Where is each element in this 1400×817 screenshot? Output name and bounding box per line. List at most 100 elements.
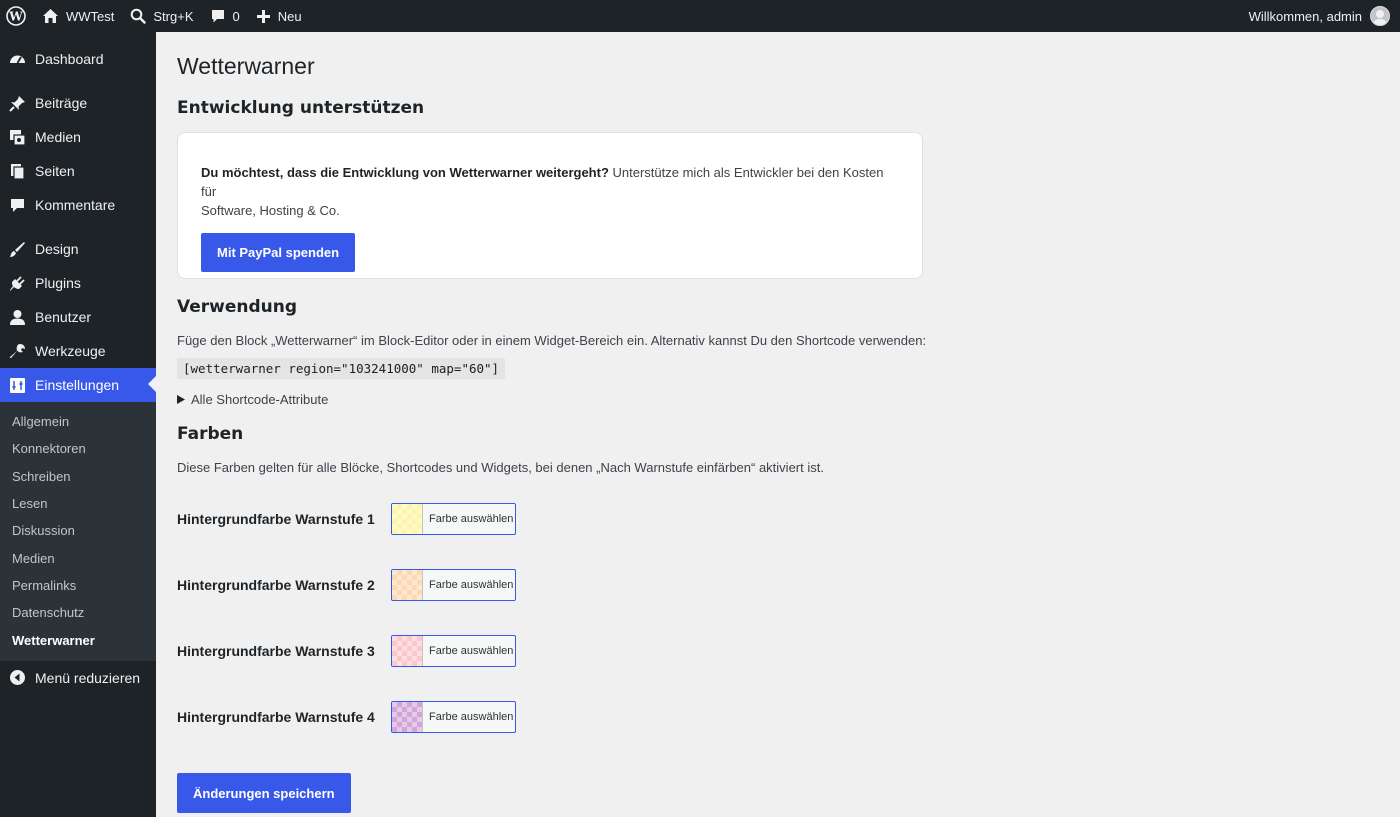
new-label: Neu — [277, 8, 302, 24]
collapse-label: Menü reduzieren — [35, 669, 141, 686]
color-row-warnstufe-1: Hintergrundfarbe Warnstufe 1 Farbe auswä… — [177, 503, 1377, 535]
color-picker-label: Farbe auswählen — [429, 645, 514, 657]
wordpress-logo-menu[interactable]: W — [0, 0, 34, 32]
settings-icon — [9, 377, 26, 394]
menu-label: Einstellungen — [35, 377, 120, 393]
menu-item-settings[interactable]: Einstellungen — [0, 368, 156, 402]
admin-sidebar: Dashboard Beiträge Medien Seiten Komment… — [0, 32, 156, 817]
menu-label: Benutzer — [35, 309, 92, 325]
collapse-arrow-icon — [9, 669, 26, 686]
menu-label: Werkzeuge — [35, 343, 106, 359]
color-row-warnstufe-3: Hintergrundfarbe Warnstufe 3 Farbe auswä… — [177, 635, 1377, 667]
menu-label: Design — [35, 241, 79, 257]
color-swatch — [392, 504, 423, 534]
menu-label: Medien — [35, 129, 81, 145]
menu-item-plugins[interactable]: Plugins — [0, 266, 156, 300]
avatar — [1370, 6, 1390, 26]
search-shortcut: Strg+K — [153, 8, 194, 24]
menu-item-media[interactable]: Medien — [0, 120, 156, 154]
disclosure-triangle-icon — [177, 395, 185, 404]
colors-text: Diese Farben gelten für alle Blöcke, Sho… — [177, 460, 824, 475]
submenu-item-general[interactable]: Allgemein — [0, 408, 156, 435]
comments-link[interactable]: 0 — [202, 0, 248, 32]
colors-heading: Farben — [177, 424, 244, 444]
color-swatch — [392, 570, 423, 600]
shortcode-attributes-toggle[interactable]: Alle Shortcode-Attribute — [177, 392, 1377, 407]
svg-text:W: W — [8, 10, 23, 24]
color-swatch — [392, 636, 423, 666]
main-content: Wetterwarner Entwicklung unterstützen Du… — [177, 32, 1377, 813]
color-settings: Hintergrundfarbe Warnstufe 1 Farbe auswä… — [177, 503, 1377, 733]
comment-icon — [9, 197, 26, 214]
wrench-icon — [9, 343, 26, 360]
page-title: Wetterwarner — [177, 53, 315, 79]
submenu-item-writing[interactable]: Schreiben — [0, 463, 156, 490]
color-label: Hintergrundfarbe Warnstufe 1 — [177, 511, 375, 527]
menu-item-users[interactable]: Benutzer — [0, 300, 156, 334]
menu-item-comments[interactable]: Kommentare — [0, 188, 156, 222]
color-label: Hintergrundfarbe Warnstufe 3 — [177, 643, 375, 659]
color-picker-label: Farbe auswählen — [429, 579, 514, 591]
pages-icon — [9, 163, 26, 180]
plugin-icon — [9, 275, 26, 292]
color-row-warnstufe-2: Hintergrundfarbe Warnstufe 2 Farbe auswä… — [177, 569, 1377, 601]
save-changes-button[interactable]: Änderungen speichern — [177, 773, 351, 813]
color-label: Hintergrundfarbe Warnstufe 4 — [177, 709, 375, 725]
support-bold-text: Du möchtest, dass die Entwicklung von We… — [201, 165, 609, 180]
menu-item-posts[interactable]: Beiträge — [0, 86, 156, 120]
color-picker-label: Farbe auswählen — [429, 711, 514, 723]
support-card: Du möchtest, dass die Entwicklung von We… — [177, 132, 923, 279]
media-icon — [9, 129, 26, 146]
user-icon — [9, 309, 26, 326]
paypal-donate-button[interactable]: Mit PayPal spenden — [201, 233, 356, 272]
comment-bubble-icon — [211, 10, 224, 23]
pin-icon — [9, 95, 26, 112]
color-picker-button[interactable]: Farbe auswählen — [391, 635, 516, 667]
plus-icon — [256, 9, 270, 23]
color-picker-button[interactable]: Farbe auswählen — [391, 701, 516, 733]
submenu-item-reading[interactable]: Lesen — [0, 490, 156, 517]
menu-label: Plugins — [35, 275, 81, 291]
search-icon — [131, 8, 147, 24]
support-text-line2: Software, Hosting & Co. — [201, 203, 340, 218]
usage-heading: Verwendung — [177, 297, 298, 317]
color-picker-button[interactable]: Farbe auswählen — [391, 569, 516, 601]
menu-label: Dashboard — [35, 51, 104, 67]
usage-text: Füge den Block „Wetterwarner“ im Block-E… — [177, 333, 927, 348]
submenu-item-connectors[interactable]: Konnektoren — [0, 435, 156, 462]
menu-label: Beiträge — [35, 95, 88, 111]
menu-item-design[interactable]: Design — [0, 232, 156, 266]
support-heading: Entwicklung unterstützen — [177, 98, 425, 118]
menu-item-pages[interactable]: Seiten — [0, 154, 156, 188]
wordpress-logo-icon: W — [6, 6, 26, 26]
shortcode-example: [wetterwarner region="103241000" map="60… — [177, 358, 506, 379]
support-text: Du möchtest, dass die Entwicklung von We… — [201, 163, 899, 220]
submenu-item-wetterwarner[interactable]: Wetterwarner — [0, 626, 156, 653]
color-label: Hintergrundfarbe Warnstufe 2 — [177, 577, 375, 593]
submenu-item-media[interactable]: Medien — [0, 544, 156, 571]
menu-item-tools[interactable]: Werkzeuge — [0, 334, 156, 368]
collapse-menu-button[interactable]: Menü reduzieren — [0, 661, 156, 695]
submenu-item-permalinks[interactable]: Permalinks — [0, 572, 156, 599]
settings-submenu: Allgemein Konnektoren Schreiben Lesen Di… — [0, 402, 156, 661]
dashboard-icon — [9, 51, 26, 68]
color-swatch — [392, 702, 423, 732]
welcome-text: Willkommen, admin — [1248, 8, 1362, 24]
site-name-link[interactable]: WWTest — [34, 0, 122, 32]
color-row-warnstufe-4: Hintergrundfarbe Warnstufe 4 Farbe auswä… — [177, 701, 1377, 733]
color-picker-label: Farbe auswählen — [429, 513, 514, 525]
user-account-menu[interactable]: Willkommen, admin — [1249, 6, 1400, 26]
site-name: WWTest — [66, 8, 115, 24]
menu-item-dashboard[interactable]: Dashboard — [0, 42, 156, 76]
command-palette-link[interactable]: Strg+K — [122, 0, 201, 32]
comments-count: 0 — [232, 8, 240, 24]
brush-icon — [9, 241, 26, 258]
new-content-link[interactable]: Neu — [248, 0, 310, 32]
submenu-item-discussion[interactable]: Diskussion — [0, 517, 156, 544]
submenu-item-privacy[interactable]: Datenschutz — [0, 599, 156, 626]
menu-label: Kommentare — [35, 197, 116, 213]
menu-label: Seiten — [35, 163, 75, 179]
shortcode-attributes-label: Alle Shortcode-Attribute — [191, 392, 329, 407]
color-picker-button[interactable]: Farbe auswählen — [391, 503, 516, 535]
admin-bar: W WWTest Strg+K 0 Neu Willkommen, admin — [0, 0, 1400, 32]
